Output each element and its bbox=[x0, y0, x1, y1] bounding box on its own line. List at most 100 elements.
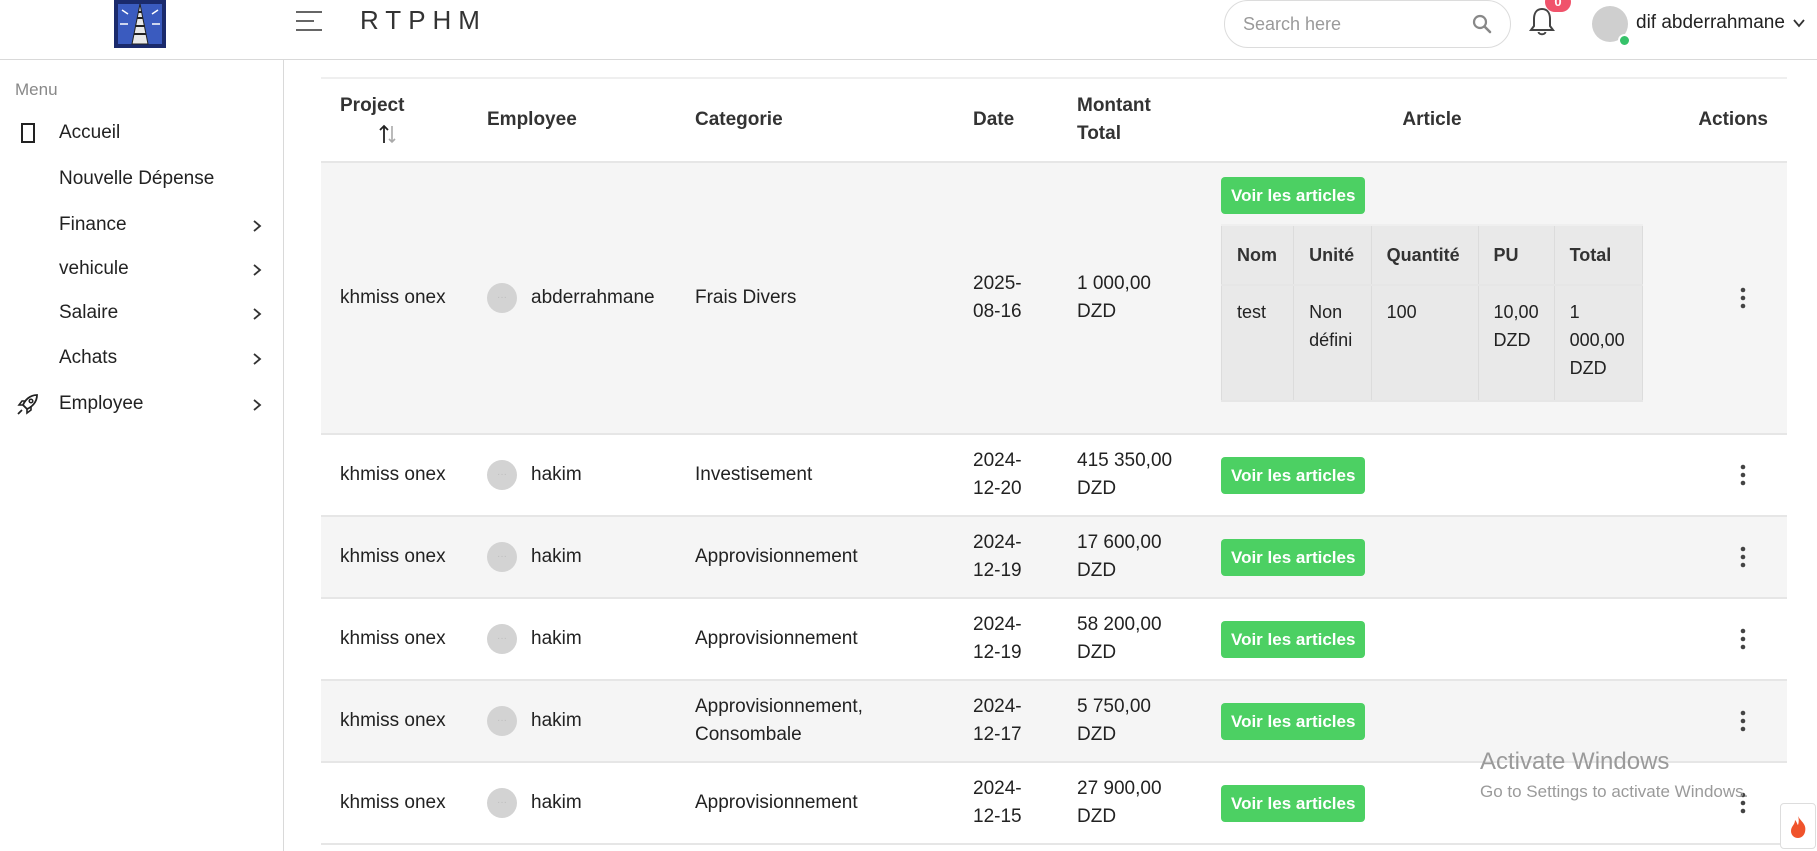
cell-categorie: Approvisionnement, Consombale bbox=[695, 696, 863, 745]
subtable-cell-quantite: 100 bbox=[1370, 284, 1479, 402]
watermark-subtitle: Go to Settings to activate Windows. bbox=[1480, 782, 1749, 801]
cell-categorie: Approvisionnement bbox=[695, 628, 858, 649]
sidebar: Menu Accueil Nouvelle Dépense Finance ve… bbox=[0, 60, 284, 851]
column-header-montant[interactable]: Montant Total bbox=[1058, 78, 1202, 162]
subtable-cell-nom: test bbox=[1220, 284, 1295, 402]
column-header-employee[interactable]: Employee bbox=[468, 78, 676, 162]
employee-name: abderrahmane bbox=[531, 287, 655, 308]
table-row: khmiss onex ··· hakim Approvisionnement 2… bbox=[321, 516, 1787, 598]
column-header-article[interactable]: Article bbox=[1202, 78, 1662, 162]
sort-icon[interactable] bbox=[378, 123, 398, 145]
employee-name: hakim bbox=[531, 710, 582, 731]
cell-montant: 17 600,00 DZD bbox=[1077, 532, 1162, 581]
sidebar-item-vehicule[interactable]: vehicule bbox=[0, 250, 283, 290]
cell-date: 2025-08-16 bbox=[973, 273, 1022, 322]
corner-widget[interactable] bbox=[1780, 803, 1816, 849]
cell-project: khmiss onex bbox=[340, 464, 446, 485]
sidebar-item-nouvelle-depense[interactable]: Nouvelle Dépense bbox=[0, 160, 283, 200]
sidebar-item-label: Employee bbox=[59, 393, 144, 414]
avatar: ··· bbox=[487, 283, 517, 313]
cell-article: Voir les articles Nom Unité Quantité PU … bbox=[1202, 162, 1662, 434]
app-brand: RTPHM bbox=[360, 5, 487, 35]
chevron-down-icon bbox=[1793, 19, 1805, 28]
cell-project: khmiss onex bbox=[340, 628, 446, 649]
tablet-icon bbox=[21, 123, 35, 143]
company-logo[interactable] bbox=[114, 0, 166, 48]
search-input[interactable] bbox=[1243, 12, 1463, 36]
sidebar-item-label: Accueil bbox=[59, 122, 121, 143]
cell-categorie: Frais Divers bbox=[695, 287, 797, 308]
voir-articles-button[interactable]: Voir les articles bbox=[1221, 456, 1366, 494]
subtable-cell-total: 1 000,00 DZD bbox=[1553, 284, 1644, 402]
sidebar-item-finance[interactable]: Finance bbox=[0, 206, 283, 246]
rocket-icon bbox=[17, 394, 38, 415]
cell-date: 2024-12-17 bbox=[973, 696, 1022, 745]
expenses-table: Project Employee Categorie Date Montant … bbox=[321, 77, 1787, 845]
flame-icon bbox=[1791, 816, 1806, 838]
more-vertical-icon[interactable] bbox=[1733, 709, 1753, 733]
sidebar-item-salaire[interactable]: Salaire bbox=[0, 294, 283, 334]
more-vertical-icon[interactable] bbox=[1733, 286, 1753, 310]
sidebar-item-employee[interactable]: Employee bbox=[0, 385, 283, 425]
chevron-right-icon bbox=[253, 399, 262, 411]
cell-categorie: Approvisionnement bbox=[695, 792, 858, 813]
voir-articles-button[interactable]: Voir les articles bbox=[1221, 702, 1366, 740]
more-vertical-icon[interactable] bbox=[1733, 463, 1753, 487]
watermark-title: Activate Windows bbox=[1480, 748, 1670, 775]
cell-categorie: Approvisionnement bbox=[695, 546, 858, 567]
column-header-project[interactable]: Project bbox=[321, 78, 468, 162]
cell-article: Voir les articles bbox=[1202, 434, 1662, 516]
column-header-actions: Actions bbox=[1698, 109, 1768, 130]
cell-project: khmiss onex bbox=[340, 287, 446, 308]
cell-actions bbox=[1662, 598, 1787, 680]
cell-employee: ··· hakim bbox=[468, 516, 676, 598]
voir-articles-button[interactable]: Voir les articles bbox=[1221, 784, 1366, 822]
more-vertical-icon[interactable] bbox=[1733, 545, 1753, 569]
column-header-date[interactable]: Date bbox=[954, 78, 1058, 162]
search-box bbox=[1224, 0, 1511, 48]
chevron-right-icon bbox=[253, 220, 262, 232]
more-vertical-icon[interactable] bbox=[1733, 627, 1753, 651]
voir-articles-button[interactable]: Voir les articles bbox=[1221, 538, 1366, 576]
articles-subtable: Nom Unité Quantité PU Total test Non déf… bbox=[1220, 224, 1644, 402]
table-row: khmiss onex ··· hakim Approvisionnement 2… bbox=[321, 598, 1787, 680]
column-header-categorie[interactable]: Categorie bbox=[676, 78, 954, 162]
cell-categorie: Investisement bbox=[695, 464, 813, 485]
menu-toggle-icon[interactable] bbox=[296, 11, 322, 33]
voir-articles-button[interactable]: Voir les articles bbox=[1221, 177, 1366, 214]
cell-employee: ··· abderrahmane bbox=[468, 162, 676, 434]
subtable-header-quantite: Quantité bbox=[1370, 224, 1479, 286]
sidebar-item-label: Salaire bbox=[59, 302, 119, 323]
sidebar-item-label: Finance bbox=[59, 214, 127, 235]
cell-montant: 1 000,00 DZD bbox=[1077, 273, 1151, 322]
sidebar-item-achats[interactable]: Achats bbox=[0, 339, 283, 379]
table-row: khmiss onex ··· hakim Investisement 2024-… bbox=[321, 434, 1787, 516]
table-header-row: Project Employee Categorie Date Montant … bbox=[321, 78, 1787, 162]
subtable-header-unite: Unité bbox=[1293, 224, 1372, 286]
cell-montant: 58 200,00 DZD bbox=[1077, 614, 1162, 663]
cell-montant: 5 750,00 DZD bbox=[1077, 696, 1151, 745]
cell-actions bbox=[1662, 162, 1787, 434]
cell-article: Voir les articles bbox=[1202, 598, 1662, 680]
cell-actions bbox=[1662, 516, 1787, 598]
sidebar-item-accueil[interactable]: Accueil bbox=[0, 114, 283, 154]
sidebar-item-label: Achats bbox=[59, 347, 118, 368]
cell-date: 2024-12-15 bbox=[973, 778, 1022, 827]
cell-montant: 27 900,00 DZD bbox=[1077, 778, 1162, 827]
top-header: RTPHM 0 dif abderrahmane bbox=[0, 0, 1817, 60]
app-root: RTPHM 0 dif abderrahmane Menu bbox=[0, 0, 1817, 851]
cell-project: khmiss onex bbox=[340, 710, 446, 731]
employee-name: hakim bbox=[531, 546, 582, 567]
cell-date: 2024-12-19 bbox=[973, 532, 1022, 581]
search-icon[interactable] bbox=[1472, 14, 1492, 34]
avatar: ··· bbox=[487, 624, 517, 654]
chevron-right-icon bbox=[253, 308, 262, 320]
chevron-right-icon bbox=[253, 353, 262, 365]
cell-article: Voir les articles bbox=[1202, 516, 1662, 598]
avatar: ··· bbox=[487, 706, 517, 736]
cell-employee: ··· hakim bbox=[468, 762, 676, 844]
subtable-header-row: Nom Unité Quantité PU Total bbox=[1220, 224, 1644, 286]
sidebar-item-label: vehicule bbox=[59, 258, 129, 279]
voir-articles-button[interactable]: Voir les articles bbox=[1221, 620, 1366, 658]
logo-image bbox=[114, 0, 166, 48]
